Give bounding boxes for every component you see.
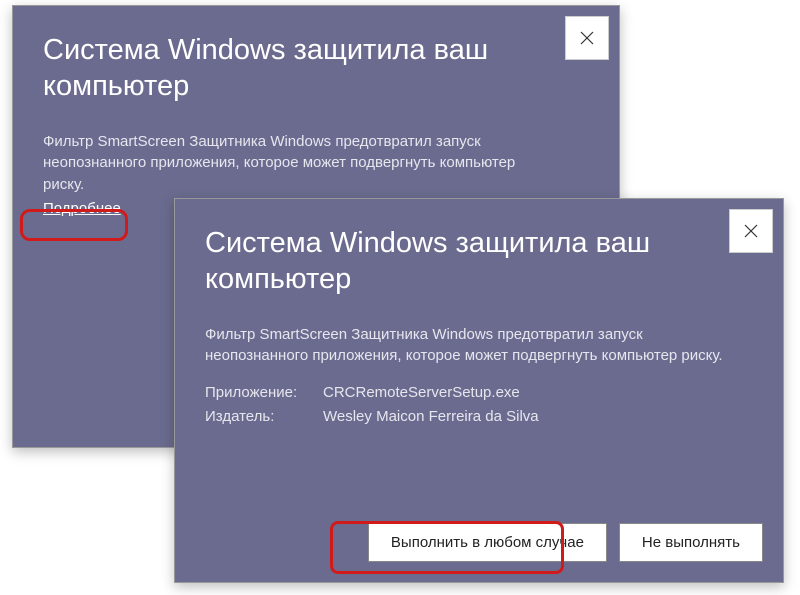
close-button[interactable] bbox=[729, 209, 773, 253]
app-label: Приложение: bbox=[205, 381, 315, 405]
publisher-row: Издатель: Wesley Maicon Ferreira da Silv… bbox=[205, 405, 753, 429]
app-value: CRCRemoteServerSetup.exe bbox=[323, 381, 520, 405]
dialog-title: Система Windows защитила ваш компьютер bbox=[175, 199, 783, 298]
more-info-link[interactable]: Подробнее bbox=[43, 200, 121, 217]
dont-run-button[interactable]: Не выполнять bbox=[619, 523, 763, 562]
close-icon bbox=[744, 224, 758, 238]
app-details: Приложение: CRCRemoteServerSetup.exe Изд… bbox=[175, 367, 783, 429]
publisher-label: Издатель: bbox=[205, 405, 315, 429]
close-icon bbox=[580, 31, 594, 45]
smartscreen-dialog-expanded: Система Windows защитила ваш компьютер Ф… bbox=[174, 198, 784, 583]
publisher-value: Wesley Maicon Ferreira da Silva bbox=[323, 405, 539, 429]
run-anyway-button[interactable]: Выполнить в любом случае bbox=[368, 523, 607, 562]
close-button[interactable] bbox=[565, 16, 609, 60]
dialog-buttons: Выполнить в любом случае Не выполнять bbox=[368, 523, 763, 562]
dialog-title: Система Windows защитила ваш компьютер bbox=[13, 6, 619, 105]
dialog-description: Фильтр SmartScreen Защитника Windows пре… bbox=[13, 105, 619, 196]
app-name-row: Приложение: CRCRemoteServerSetup.exe bbox=[205, 381, 753, 405]
dialog-description: Фильтр SmartScreen Защитника Windows пре… bbox=[175, 298, 783, 368]
